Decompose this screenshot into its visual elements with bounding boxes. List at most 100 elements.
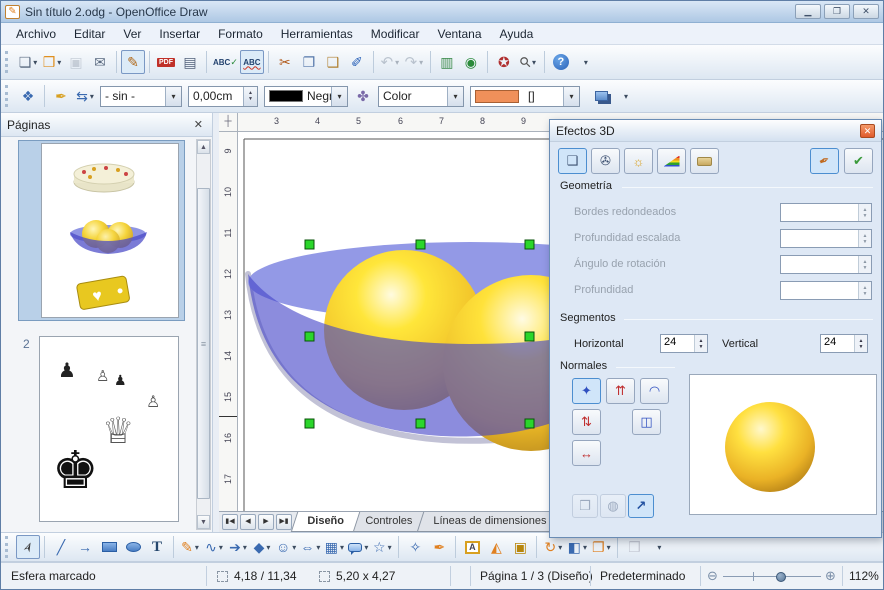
dropdown-arrow-icon[interactable]: ▾ — [219, 543, 223, 552]
export-pdf-button[interactable]: PDF — [154, 50, 178, 74]
line-tool-button[interactable]: ╱ — [49, 535, 73, 559]
material-tab-button[interactable] — [690, 148, 719, 174]
zoom-out-icon[interactable]: ⊖ — [707, 568, 718, 584]
menu-editar[interactable]: Editar — [65, 25, 114, 43]
toolbar-overflow-button[interactable]: ▾ — [613, 84, 637, 108]
dropdown-arrow-icon[interactable]: ▾ — [266, 543, 270, 552]
two-sided-illumination-button[interactable]: ◫ — [632, 409, 661, 435]
dropdown-arrow-icon[interactable]: ▾ — [195, 543, 199, 552]
zoom-percent[interactable]: 112% — [849, 569, 879, 583]
rotate-tool-button[interactable]: ↻▾ — [541, 535, 565, 559]
page-1-thumbnail[interactable]: ♥ — [18, 140, 185, 321]
dropdown-arrow-icon[interactable]: ▾ — [33, 58, 37, 67]
vertical-segments-input[interactable]: 24▲▼ — [820, 334, 868, 353]
ruler-origin[interactable]: ┼ — [219, 113, 238, 132]
zoom-slider-track[interactable] — [723, 576, 821, 577]
toolbar-overflow-button[interactable]: ▾ — [573, 50, 597, 74]
tab-controles[interactable]: Controles — [348, 512, 428, 532]
apply-button[interactable]: ✔ — [844, 148, 873, 174]
toolbar-grip[interactable] — [5, 536, 12, 558]
extrusion-button[interactable]: ❒ — [622, 535, 646, 559]
help-button[interactable]: ? — [549, 50, 573, 74]
arrow-style-button[interactable]: ⇆▾ — [73, 84, 97, 108]
edit-file-button[interactable]: ✎ — [121, 50, 145, 74]
combo-dropdown-icon[interactable]: ▾ — [447, 87, 463, 106]
combo-dropdown-icon[interactable]: ▾ — [165, 87, 181, 106]
dropdown-arrow-icon[interactable]: ▾ — [558, 543, 562, 552]
previous-page-button[interactable]: ◀ — [240, 514, 256, 530]
scroll-down-icon[interactable]: ▼ — [197, 515, 210, 529]
alignment-button[interactable]: ◧▾ — [565, 535, 589, 559]
normals-spherical-button[interactable]: ◠ — [640, 378, 669, 404]
edit-points-tool-button[interactable]: ✧ — [403, 535, 427, 559]
vertical-ruler[interactable]: 9 10 11 12 13 14 15 16 17 — [219, 132, 238, 511]
select-tool-button[interactable]: ➢ — [16, 535, 40, 559]
minimize-button[interactable]: ▁ — [795, 4, 821, 19]
dropdown-arrow-icon[interactable]: ▾ — [90, 92, 94, 101]
curve-tool-button[interactable]: ✎▾ — [178, 535, 202, 559]
ellipse-tool-button[interactable] — [121, 535, 145, 559]
arrange-button[interactable]: ❐▾ — [589, 535, 613, 559]
save-button[interactable]: ▣ — [64, 50, 88, 74]
page-style[interactable]: Predeterminado — [600, 569, 685, 583]
paste-button[interactable]: ❑ — [321, 50, 345, 74]
email-button[interactable]: ✉ — [88, 50, 112, 74]
pages-panel-close-icon[interactable]: ✕ — [191, 118, 206, 131]
combo-dropdown-icon[interactable]: ▾ — [331, 87, 347, 106]
dropdown-arrow-icon[interactable]: ▾ — [340, 543, 344, 552]
gallery-button[interactable]: ◭ — [484, 535, 508, 559]
shadow-button[interactable] — [589, 84, 613, 108]
convert-to-lathe-button[interactable]: ◍ — [600, 494, 626, 518]
perspective-toggle-button[interactable]: ↗ — [628, 494, 654, 518]
navigator-button[interactable]: ✪ — [492, 50, 516, 74]
spellcheck-button[interactable]: ABC✓ — [211, 50, 240, 74]
invert-normals-button[interactable]: ⇅ — [572, 409, 601, 435]
new-document-button[interactable]: ❏▾ — [16, 50, 40, 74]
hyperlink-button[interactable]: ◉ — [459, 50, 483, 74]
callout-tool-button[interactable]: ▾ — [346, 535, 370, 559]
rectangle-tool-button[interactable] — [97, 535, 121, 559]
depth-input[interactable]: ▲▼ — [780, 281, 872, 300]
zoom-in-icon[interactable]: ⊕ — [825, 568, 836, 584]
tab-lineas-de-dimensiones[interactable]: Líneas de dimensiones — [417, 512, 563, 532]
toolbar-overflow-button[interactable]: ▾ — [646, 535, 670, 559]
normals-object-specific-button[interactable]: ✦ — [572, 378, 601, 404]
zoom-slider-thumb[interactable] — [776, 572, 786, 582]
block-arrows-tool-button[interactable]: ⇔▾ — [298, 535, 322, 559]
dropdown-arrow-icon[interactable]: ▾ — [364, 543, 368, 552]
print-button[interactable]: ▤ — [178, 50, 202, 74]
scrollbar-thumb[interactable]: ≡ — [197, 188, 210, 499]
line-dialog-button[interactable]: ✒ — [49, 84, 73, 108]
insert-image-button[interactable]: ▣ — [508, 535, 532, 559]
line-color-select[interactable]: Negro ▾ — [264, 86, 348, 107]
stars-tool-button[interactable]: ☆▾ — [370, 535, 394, 559]
scroll-up-icon[interactable]: ▲ — [197, 140, 210, 154]
basic-shapes-tool-button[interactable]: ◆▾ — [250, 535, 274, 559]
convert-to-3d-button[interactable]: ❒ — [572, 494, 598, 518]
arrow-tool-button[interactable]: → — [73, 535, 97, 559]
pages-scrollbar[interactable]: ▲ ≡ ▼ — [196, 139, 211, 530]
dropdown-arrow-icon[interactable]: ▾ — [395, 58, 399, 67]
assign-colors-button[interactable]: ✒ — [810, 148, 839, 174]
geometry-tab-button[interactable]: ❑ — [558, 148, 587, 174]
menu-ver[interactable]: Ver — [114, 25, 150, 43]
flowchart-tool-button[interactable]: ▦▾ — [322, 535, 346, 559]
horizontal-segments-input[interactable]: 24▲▼ — [660, 334, 708, 353]
page-2-thumbnail[interactable]: ♟ ♙ ♟ ♙ ♕ ♚ — [39, 336, 179, 522]
menu-ventana[interactable]: Ventana — [428, 25, 490, 43]
dropdown-arrow-icon[interactable]: ▾ — [243, 543, 247, 552]
cut-button[interactable]: ✂ — [273, 50, 297, 74]
glue-points-tool-button[interactable]: ✒ — [427, 535, 451, 559]
textures-tab-button[interactable] — [657, 148, 686, 174]
fill-color-select[interactable]: [] ▾ — [470, 86, 580, 107]
dropdown-arrow-icon[interactable]: ▾ — [607, 543, 611, 552]
scaled-depth-input[interactable]: ▲▼ — [780, 229, 872, 248]
close-button[interactable]: ✕ — [853, 4, 879, 19]
shading-tab-button[interactable]: ✇ — [591, 148, 620, 174]
fontwork-gallery-button[interactable]: A — [460, 535, 484, 559]
menu-herramientas[interactable]: Herramientas — [272, 25, 362, 43]
copy-button[interactable]: ❐ — [297, 50, 321, 74]
autospellcheck-button[interactable]: ABC — [240, 50, 264, 74]
combo-dropdown-icon[interactable]: ▾ — [563, 87, 579, 106]
rotation-angle-input[interactable]: ▲▼ — [780, 255, 872, 274]
